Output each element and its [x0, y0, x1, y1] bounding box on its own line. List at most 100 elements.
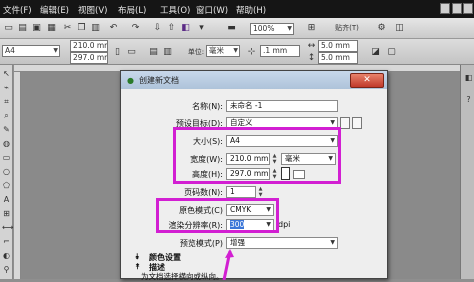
text-tool-icon[interactable]: A	[2, 195, 11, 204]
import-icon[interactable]: ⇩	[152, 23, 163, 34]
page-width-value: 210.0 mm	[73, 41, 108, 50]
page-size-select[interactable]: A4 ▼	[2, 45, 60, 57]
menu-view[interactable]: 视图(V)	[78, 4, 107, 16]
menu-help[interactable]: 帮助(H)	[236, 4, 266, 16]
treat-as-filled-icon[interactable]: ◪	[370, 47, 381, 58]
freehand-tool-icon[interactable]: ✎	[2, 125, 11, 134]
undo-icon[interactable]: ↶	[108, 23, 119, 34]
crop-tool-icon[interactable]: ⌗	[2, 97, 11, 106]
snap-to-label[interactable]: 贴齐(T)	[330, 23, 364, 34]
page-height-input[interactable]: 297.0 mm	[70, 52, 108, 64]
corel-connect-icon[interactable]: ◧	[180, 23, 191, 34]
units-label: 单位:	[187, 48, 205, 56]
vertical-ruler	[14, 72, 21, 279]
open-icon[interactable]: ▤	[17, 23, 28, 34]
preset-destination-value: 自定义	[230, 118, 253, 127]
property-bar: A4 ▼ 210.0 mm 297.0 mm ▯ ▭ ▤ ▥ 单位: 毫米 ▼ …	[0, 39, 474, 65]
eyedropper-tool-icon[interactable]: ⚲	[2, 265, 11, 274]
blend-tool-icon[interactable]: ◐	[2, 251, 11, 260]
dialog-title: 创建新文档	[139, 76, 179, 85]
shape-tool-icon[interactable]: ⌁	[2, 83, 11, 92]
nudge-distance-value: .1 mm	[263, 46, 288, 55]
current-page-icon[interactable]: ▥	[162, 47, 173, 58]
duplicate-x-value: 5.0 mm	[321, 41, 350, 50]
application-launcher-icon[interactable]: ▾	[196, 23, 207, 34]
preview-mode-value: 增强	[230, 238, 245, 247]
duplicate-x-icon: ↔	[307, 41, 316, 51]
page-count-input[interactable]: 1	[226, 186, 256, 198]
menu-file[interactable]: 文件(F)	[3, 4, 32, 16]
preview-mode-select[interactable]: 增强 ▼	[226, 237, 338, 249]
save-preset-icon[interactable]	[340, 117, 350, 129]
welcome-screen-icon[interactable]: ▬	[226, 23, 237, 34]
zoom-tool-icon[interactable]: ⌕	[2, 111, 11, 120]
units-select[interactable]: 毫米 ▼	[206, 45, 240, 57]
corel-balloon-icon: ●	[127, 76, 134, 85]
connector-tool-icon[interactable]: ⌐	[2, 237, 11, 246]
menu-edit[interactable]: 编辑(E)	[40, 4, 69, 16]
menu-bar: 文件(F) 编辑(E) 视图(V) 布局(L) 工具(O) 窗口(W) 帮助(H…	[0, 0, 474, 18]
cut-icon[interactable]: ✂	[62, 23, 73, 34]
page-count-label: 页码数(N):	[184, 188, 223, 197]
smart-fill-icon[interactable]: ◍	[2, 139, 11, 148]
docker-tab-icon[interactable]: ◧	[464, 73, 473, 82]
name-value: 未命名 -1	[230, 101, 263, 110]
dialog-close-button[interactable]: ✕	[350, 73, 384, 88]
pick-tool-icon[interactable]: ↖	[2, 69, 11, 78]
paste-icon[interactable]: ▥	[90, 23, 101, 34]
options-icon[interactable]: ⚙	[376, 23, 387, 34]
minimize-button[interactable]	[440, 3, 450, 14]
settings-icon[interactable]: ◫	[394, 23, 405, 34]
page-width-input[interactable]: 210.0 mm	[70, 40, 108, 52]
snap-icon[interactable]: ⊞	[306, 23, 317, 34]
table-tool-icon[interactable]: ⊞	[2, 209, 11, 218]
name-label: 名称(N):	[192, 102, 223, 111]
redo-icon[interactable]: ↷	[130, 23, 141, 34]
page-size-value: A4	[5, 46, 15, 55]
page-count-value: 1	[230, 187, 235, 196]
restore-button[interactable]	[452, 3, 462, 14]
page-border-icon[interactable]: ▢	[386, 47, 397, 58]
hints-tab-icon[interactable]: ?	[464, 95, 473, 104]
docker-panel: ◧ ?	[460, 65, 474, 279]
page-count-spinner-icon[interactable]: ▲ ▼	[257, 186, 264, 198]
page-height-value: 297.0 mm	[73, 53, 108, 62]
nudge-distance-input[interactable]: .1 mm	[260, 45, 300, 57]
landscape-icon[interactable]: ▭	[126, 47, 137, 58]
print-icon[interactable]: ▦	[46, 23, 57, 34]
chevron-down-icon: ▼	[330, 239, 335, 246]
all-pages-icon[interactable]: ▤	[148, 47, 159, 58]
save-icon[interactable]: ▣	[31, 23, 42, 34]
duplicate-y-input[interactable]: 5.0 mm	[318, 52, 358, 64]
standard-toolbar: ▭ ▤ ▣ ▦ ✂ ❐ ▥ ↶ ↷ ⇩ ⇧ ◧ ▾ ▬ 100% ▼ ⊞ 贴齐(…	[0, 18, 474, 39]
expand-color-settings-icon[interactable]: ⯯	[135, 252, 140, 262]
create-new-document-dialog: ● 创建新文档 ✕ 名称(N): 未命名 -1 预设目标(D): 自定义 ▼ 大…	[120, 70, 388, 281]
description-text: 为文档选择横向或纵向。	[141, 272, 224, 281]
duplicate-y-value: 5.0 mm	[321, 53, 350, 62]
close-window-button[interactable]	[463, 3, 473, 14]
zoom-level-select[interactable]: 100% ▼	[250, 23, 294, 35]
ellipse-tool-icon[interactable]: ○	[2, 167, 11, 176]
dialog-title-bar[interactable]: ● 创建新文档 ✕	[121, 71, 387, 89]
toolbox: ↖ ⌁ ⌗ ⌕ ✎ ◍ ▭ ○ ⬠ A ⊞ ⟷ ⌐ ◐ ⚲	[0, 65, 13, 279]
collapse-description-icon[interactable]: ⯭	[135, 262, 140, 272]
units-value: 毫米	[209, 46, 224, 55]
portrait-icon[interactable]: ▯	[112, 47, 123, 58]
annotation-arrow-icon	[222, 249, 234, 280]
polygon-tool-icon[interactable]: ⬠	[2, 181, 11, 190]
rectangle-tool-icon[interactable]: ▭	[2, 153, 11, 162]
delete-preset-icon[interactable]	[352, 117, 362, 129]
name-input[interactable]: 未命名 -1	[226, 100, 338, 112]
copy-icon[interactable]: ❐	[76, 23, 87, 34]
menu-layout[interactable]: 布局(L)	[118, 4, 146, 16]
menu-window[interactable]: 窗口(W)	[196, 4, 228, 16]
new-document-icon[interactable]: ▭	[3, 23, 14, 34]
dimension-tool-icon[interactable]: ⟷	[2, 223, 13, 232]
dpi-unit-label: dpi	[278, 220, 291, 229]
duplicate-x-input[interactable]: 5.0 mm	[318, 40, 358, 52]
menu-tools[interactable]: 工具(O)	[160, 4, 190, 16]
chevron-down-icon: ▼	[53, 47, 58, 54]
export-icon[interactable]: ⇧	[166, 23, 177, 34]
nudge-icon: ⊹	[247, 47, 256, 57]
size-settings-highlight-box	[173, 127, 341, 184]
